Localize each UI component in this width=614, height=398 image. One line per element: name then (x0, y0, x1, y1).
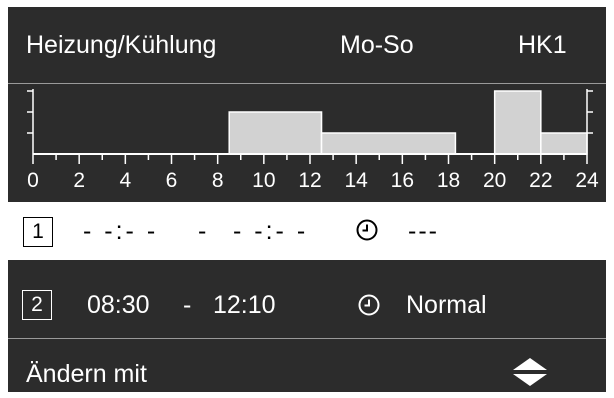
x-tick-label: 2 (73, 169, 85, 192)
program-title: Heizung/Kühlung (26, 31, 217, 59)
period-number-box: 1 (23, 217, 53, 247)
x-tick-label: 20 (483, 169, 506, 192)
schedule-bar (320, 132, 457, 155)
period-end-time[interactable]: - -:- - (233, 214, 308, 248)
x-tick-label: 14 (344, 169, 368, 192)
x-tick-label: 0 (27, 169, 39, 192)
period-start-time[interactable]: - -:- - (83, 214, 158, 248)
x-tick-label: 6 (166, 169, 178, 192)
period-end-time[interactable]: 12:10 (213, 288, 276, 322)
x-tick-label: 24 (575, 169, 599, 192)
period-time-separator: - (183, 291, 192, 319)
display-screen: Heizung/Kühlung Mo-So HK1 0 2 4 6 8 10 12 14 16 1… (8, 7, 606, 392)
period-mode[interactable]: --- (408, 214, 439, 248)
footer-bar: Ändern mit (8, 339, 606, 392)
header-bar: Heizung/Kühlung Mo-So HK1 (8, 7, 606, 84)
x-tick-label: 22 (529, 169, 552, 192)
x-tick-label: 12 (298, 169, 321, 192)
footer-hint: Ändern mit (26, 360, 147, 388)
heating-circuit: HK1 (518, 31, 567, 59)
schedule-chart-svg: 0 2 4 6 8 10 12 14 16 18 20 22 24 (27, 89, 599, 192)
period-number-box: 2 (22, 290, 52, 320)
clock-icon (358, 294, 380, 316)
period-mode[interactable]: Normal (406, 288, 487, 322)
schedule-chart: 0 2 4 6 8 10 12 14 16 18 20 22 24 (8, 84, 606, 204)
period-row-1[interactable]: 1 - -:- - - - -:- - --- (8, 202, 606, 260)
schedule-bar (228, 111, 323, 155)
schedule-bar (540, 132, 588, 155)
period-time-separator: - (198, 217, 207, 245)
x-tick-label: 10 (252, 169, 275, 192)
schedule-bar (493, 90, 542, 155)
x-tick-label: 8 (212, 169, 224, 192)
period-row-2[interactable]: 2 08:30 - 12:10 Normal (8, 272, 606, 338)
up-down-arrows-icon[interactable] (512, 357, 548, 387)
period-start-time[interactable]: 08:30 (87, 288, 150, 322)
x-tick-label: 4 (119, 169, 131, 192)
clock-icon (356, 219, 378, 241)
x-tick-label: 16 (391, 169, 414, 192)
x-tick-label: 18 (437, 169, 460, 192)
day-range[interactable]: Mo-So (340, 27, 414, 63)
